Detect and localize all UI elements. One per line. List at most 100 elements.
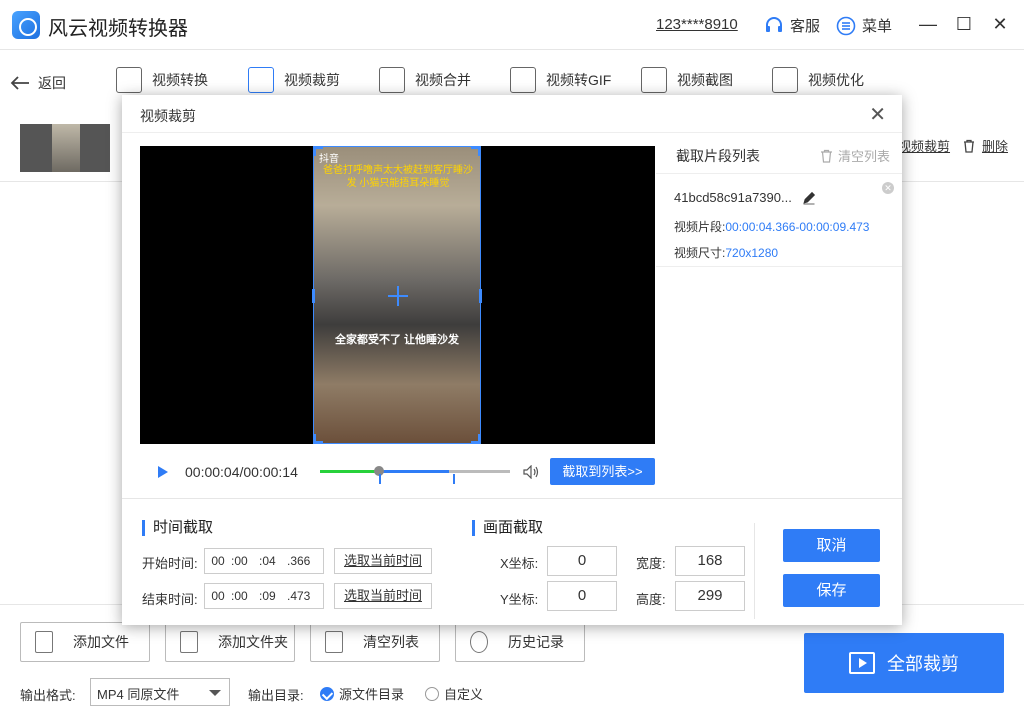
- format-label: 输出格式:: [20, 688, 76, 703]
- trash-icon: [325, 631, 343, 653]
- dialog-header: 视频裁剪 ✕: [122, 95, 902, 133]
- tool-label: 视频优化: [808, 72, 864, 88]
- add-folder-button[interactable]: 添加文件夹: [165, 622, 295, 662]
- delete-label: 删除: [982, 139, 1009, 154]
- dir-source-label: 源文件目录: [339, 687, 405, 702]
- app-logo-icon: [12, 11, 40, 39]
- crop-handle[interactable]: [479, 289, 482, 303]
- clip-list-panel: 截取片段列表 清空列表 41bcd58c91a7390... ✕ 视频片段:00…: [656, 133, 902, 497]
- image-icon: [641, 67, 667, 93]
- maximize-icon[interactable]: ☐: [954, 14, 974, 34]
- file-delete-button[interactable]: 删除: [962, 136, 1008, 155]
- y-coord-input[interactable]: 0: [547, 581, 617, 611]
- close-window-icon[interactable]: ✕: [990, 14, 1010, 34]
- add-file-label: 添加文件: [73, 634, 129, 650]
- dir-source-radio[interactable]: 源文件目录: [320, 684, 404, 703]
- tool-video-convert[interactable]: 视频转换: [116, 67, 208, 93]
- range-start-handle[interactable]: [378, 474, 387, 484]
- crop-handle[interactable]: [471, 434, 481, 444]
- tool-video-screenshot[interactable]: 视频截图: [641, 67, 733, 93]
- chevron-down-icon: [209, 690, 221, 696]
- service-button[interactable]: 客服: [764, 15, 820, 36]
- pick-end-time-button[interactable]: 选取当前时间: [334, 583, 432, 609]
- add-folder-label: 添加文件夹: [218, 634, 288, 650]
- start-ms: .366: [287, 554, 311, 568]
- end-ss: :09: [259, 589, 276, 603]
- trash-icon: [820, 149, 832, 163]
- radio-unchecked-icon: [425, 686, 439, 701]
- remove-clip-icon[interactable]: ✕: [882, 182, 894, 194]
- end-mm: :00: [231, 589, 248, 603]
- start-time-input[interactable]: 00 :00 :04 .366: [204, 548, 324, 574]
- menu-icon: [836, 16, 856, 35]
- back-label: 返回: [38, 75, 66, 91]
- size-value: 720x1280: [725, 246, 779, 260]
- format-select[interactable]: MP4 同原文件: [90, 678, 230, 706]
- output-dir-label: 输出目录:: [248, 688, 304, 703]
- volume-icon[interactable]: [523, 465, 539, 479]
- history-button[interactable]: 历史记录: [455, 622, 585, 662]
- video-merge-icon: [379, 67, 405, 93]
- height-label: 高度:: [636, 592, 666, 607]
- sliders-icon: [772, 67, 798, 93]
- clear-list-button[interactable]: 清空列表: [310, 622, 440, 662]
- pencil-icon[interactable]: [802, 191, 816, 205]
- pick-start-time-button[interactable]: 选取当前时间: [334, 548, 432, 574]
- video-crop-icon: [248, 67, 274, 93]
- crop-handle[interactable]: [313, 146, 323, 156]
- save-button[interactable]: 保存: [783, 574, 880, 607]
- add-to-list-button[interactable]: 截取到列表>>: [550, 458, 655, 485]
- start-time-label: 开始时间:: [142, 556, 198, 571]
- add-file-icon: [35, 631, 53, 653]
- crop-handle[interactable]: [313, 434, 323, 444]
- tool-video-gif[interactable]: 视频转GIF: [510, 67, 611, 93]
- crop-handle[interactable]: [312, 289, 315, 303]
- video-convert-icon: [116, 67, 142, 93]
- height-input[interactable]: 299: [675, 581, 745, 611]
- tool-label: 视频裁剪: [284, 72, 340, 88]
- end-ms: .473: [287, 589, 311, 603]
- crop-selection-box[interactable]: [312, 146, 482, 444]
- service-label: 客服: [790, 18, 821, 35]
- play-icon[interactable]: [158, 466, 168, 478]
- clip-item[interactable]: 41bcd58c91a7390... ✕ 视频片段:00:00:04.366-0…: [656, 173, 902, 267]
- file-crop-link[interactable]: 视频裁剪: [898, 136, 950, 155]
- account-phone[interactable]: 123****8910: [656, 16, 738, 33]
- clear-clips-button[interactable]: 清空列表: [820, 146, 890, 165]
- width-input[interactable]: 168: [675, 546, 745, 576]
- tool-video-crop[interactable]: 视频裁剪: [248, 67, 340, 93]
- dir-custom-label: 自定义: [444, 687, 484, 702]
- dir-custom-radio[interactable]: 自定义: [425, 684, 483, 703]
- start-hh: 00: [211, 554, 225, 568]
- back-button[interactable]: 返回: [10, 73, 66, 93]
- crop-handle[interactable]: [471, 146, 481, 156]
- close-icon[interactable]: ✕: [869, 102, 886, 127]
- tool-label: 视频转GIF: [546, 72, 612, 88]
- cancel-button[interactable]: 取消: [783, 529, 880, 562]
- tool-video-merge[interactable]: 视频合并: [379, 67, 471, 93]
- crop-all-button[interactable]: 全部裁剪: [804, 633, 1004, 693]
- gif-icon: [510, 67, 536, 93]
- minimize-icon[interactable]: —: [918, 14, 938, 34]
- size-label: 视频尺寸:: [674, 246, 726, 260]
- add-folder-icon: [180, 631, 198, 653]
- menu-button[interactable]: 菜单: [836, 15, 892, 36]
- end-hh: 00: [211, 589, 225, 603]
- menu-label: 菜单: [862, 18, 893, 35]
- tool-video-optimize[interactable]: 视频优化: [772, 67, 864, 93]
- range-end-handle[interactable]: [447, 474, 456, 484]
- crop-dialog: 视频裁剪 ✕ 抖音 爸爸打呼噜声太大被赶到客厅睡沙发 小猫只能捂耳朵睡觉 全家都…: [122, 95, 902, 625]
- clear-list-label: 清空列表: [363, 634, 419, 650]
- headset-icon: [766, 16, 782, 32]
- end-time-input[interactable]: 00 :00 :09 .473: [204, 583, 324, 609]
- tool-label: 视频转换: [152, 72, 208, 88]
- timeline-slider[interactable]: [320, 466, 510, 484]
- add-file-button[interactable]: 添加文件: [20, 622, 150, 662]
- x-coord-input[interactable]: 0: [547, 546, 617, 576]
- end-time-label: 结束时间:: [142, 592, 198, 607]
- radio-checked-icon: [320, 686, 334, 701]
- width-label: 宽度:: [636, 556, 666, 571]
- format-value: MP4 同原文件: [97, 687, 180, 702]
- clock-icon: [470, 631, 488, 653]
- time-section-title: 时间截取: [142, 520, 213, 536]
